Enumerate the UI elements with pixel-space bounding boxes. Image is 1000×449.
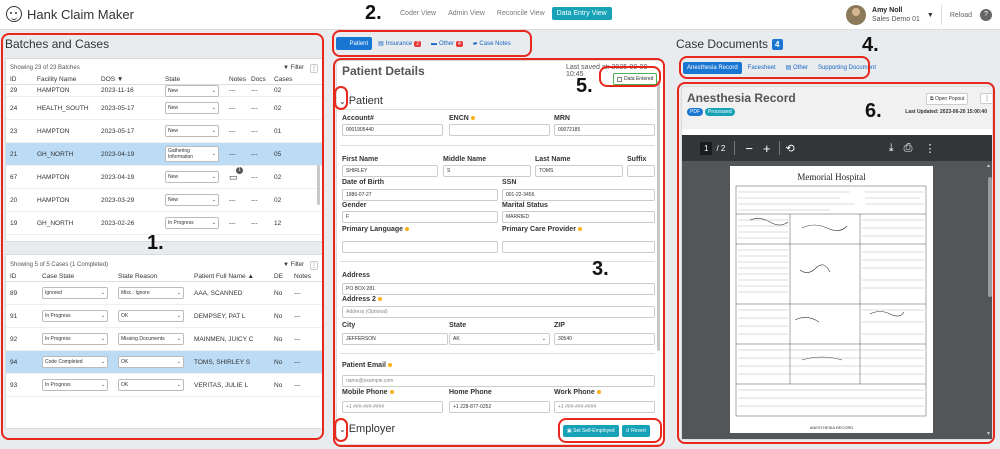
highlight-collapse [334, 86, 348, 110]
marker-5: 5. [576, 75, 593, 97]
highlight-box-6 [677, 82, 995, 444]
marker-6: 6. [865, 100, 882, 122]
help-icon[interactable]: ? [980, 9, 992, 21]
user-info[interactable]: Amy Noll Sales Demo 01 [872, 6, 920, 24]
highlight-box-3 [333, 58, 665, 447]
avatar[interactable] [846, 5, 867, 25]
user-name: Amy Noll [872, 7, 903, 14]
view-reconcile[interactable]: Reconcile View [492, 7, 550, 20]
highlight-box-2 [332, 30, 532, 57]
case-documents-title: Case Documents [676, 37, 769, 51]
highlight-collapse-employer [334, 418, 348, 442]
highlight-actions [558, 418, 662, 443]
app-title: Hank Claim Maker [27, 6, 134, 22]
reload-button[interactable]: Reload [942, 12, 980, 19]
view-admin[interactable]: Admin View [443, 7, 490, 20]
user-area: Amy Noll Sales Demo 01 ▼ Reload ? [846, 0, 1000, 30]
top-bar: Hank Claim Maker Coder View Admin View R… [0, 0, 1000, 30]
view-switcher: Coder View Admin View Reconcile View Dat… [395, 7, 612, 20]
highlight-box-5 [599, 66, 661, 87]
chevron-down-icon[interactable]: ▼ [927, 12, 934, 19]
highlight-box-4 [679, 56, 870, 79]
documents-count-badge: 4 [772, 38, 783, 50]
app-logo[interactable]: Hank Claim Maker [6, 6, 134, 22]
user-role: Sales Demo 01 [872, 16, 920, 23]
marker-4: 4. [862, 34, 879, 56]
view-data-entry[interactable]: Data Entry View [551, 7, 612, 20]
marker-2: 2. [365, 2, 382, 24]
marker-3: 3. [592, 258, 609, 280]
smiley-logo-icon [6, 6, 22, 22]
case-documents-header: Case Documents 4 [676, 37, 783, 51]
marker-1: 1. [147, 232, 164, 254]
view-coder[interactable]: Coder View [395, 7, 441, 20]
